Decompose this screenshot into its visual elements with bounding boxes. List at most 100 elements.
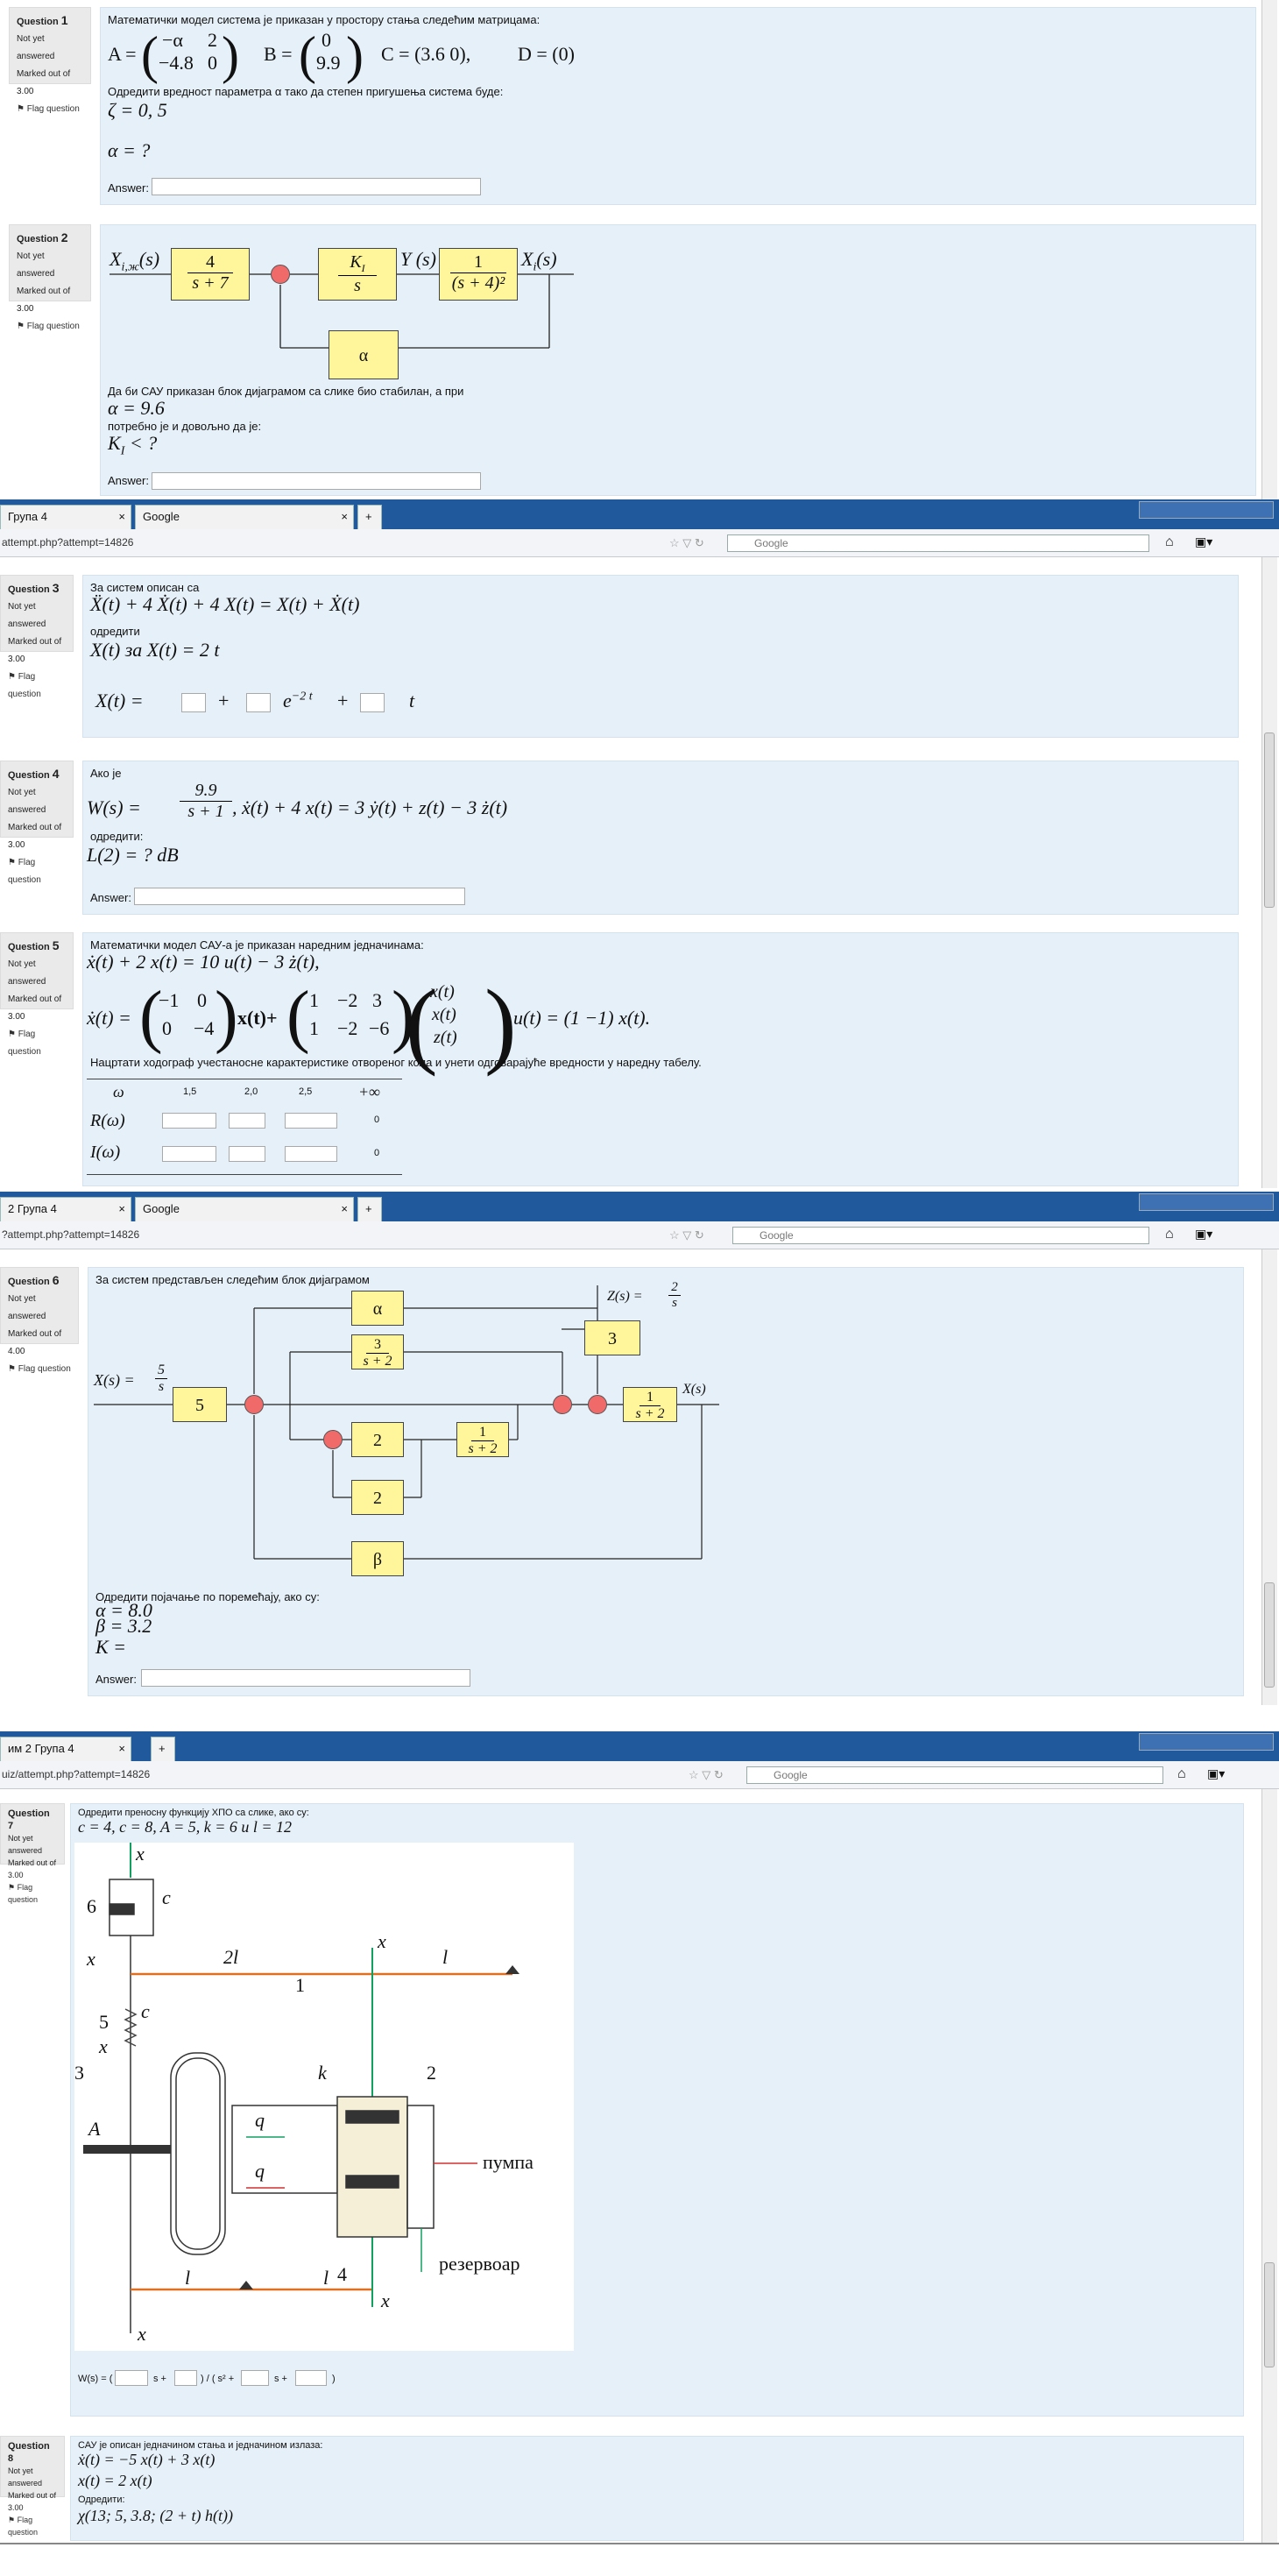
q1-answer-input[interactable] <box>152 178 481 195</box>
q5-r-3[interactable] <box>285 1113 337 1129</box>
browser-tab-active[interactable]: Група 4 × <box>0 505 131 529</box>
q8-content: САУ је описан једначином стања и једначи… <box>70 2436 1244 2541</box>
q7-w-label: W(s) = ( <box>78 2374 113 2384</box>
url-field[interactable]: attempt.php?attempt=14826 <box>2 536 133 548</box>
right-scrollbar-1[interactable] <box>1261 0 1277 499</box>
q6-input-frac: 5s <box>155 1362 167 1395</box>
q3-input-1[interactable] <box>181 693 206 712</box>
browser-tab-active[interactable]: 2 Група 4 × <box>0 1197 131 1221</box>
q1-info: Question 1 Not yet answered Marked out o… <box>9 7 91 114</box>
answer-label: Answer: <box>108 181 149 195</box>
home-icon[interactable]: ⌂ <box>1177 1766 1186 1782</box>
q5-i-2[interactable] <box>229 1146 265 1162</box>
q6-block-3: 3 <box>584 1320 640 1355</box>
q6-answer-input[interactable] <box>141 1669 470 1687</box>
q7-input-3[interactable] <box>241 2370 269 2386</box>
q3-input-3[interactable] <box>360 693 385 712</box>
url-field[interactable]: ?attempt.php?attempt=14826 <box>2 1228 139 1241</box>
q2-input-label: Xi,ж(s) <box>110 248 160 274</box>
new-tab-button[interactable]: + <box>151 1737 175 1761</box>
q3-input-2[interactable] <box>246 693 271 712</box>
q7-label-cp: c <box>162 1886 171 1908</box>
q6-block-2a: 2 <box>351 1422 404 1457</box>
q5-r-2[interactable] <box>229 1113 265 1129</box>
q5-i-1[interactable] <box>162 1146 216 1162</box>
q1-matrix-b-label: B = <box>264 43 293 65</box>
q6-sum-3 <box>553 1395 572 1414</box>
menu-icon[interactable]: ▣▾ <box>1195 534 1212 549</box>
search-box[interactable]: Google <box>727 534 1149 552</box>
flag-question-q6[interactable]: ⚑ Flag question <box>8 1361 71 1378</box>
q3-xun: X(t) за X(t) = 2 t <box>90 639 220 661</box>
browser-tab-google[interactable]: Google × <box>135 1197 354 1221</box>
menu-icon[interactable]: ▣▾ <box>1207 1766 1225 1781</box>
browser-tab-active[interactable]: им 2 Група 4 × <box>0 1737 131 1761</box>
q7-input-4[interactable] <box>295 2370 327 2386</box>
m1: 0 <box>197 989 207 1011</box>
flag-question-q4[interactable]: ⚑ Flag question <box>8 854 66 889</box>
menu-icon[interactable]: ▣▾ <box>1195 1227 1212 1242</box>
q7-info: Question 7 Not yet answered Marked out o… <box>0 1803 65 1904</box>
flag-question-q8[interactable]: ⚑ Flag question <box>8 2514 57 2538</box>
q3-text1: За систем описан са <box>90 581 200 594</box>
vec: x(t) <box>432 1005 456 1024</box>
table-header: +∞ <box>358 1083 380 1100</box>
browser-tab-bar-2: Група 4 × Google × + <box>0 499 1279 529</box>
q4-text2: одредити: <box>90 830 144 843</box>
flag-question-q7[interactable]: ⚑ Flag question <box>8 1881 57 1906</box>
q7-input-1[interactable] <box>115 2370 148 2386</box>
q7-label-kq: k <box>318 2062 327 2084</box>
flag-question-q1[interactable]: ⚑ Flag question <box>17 101 83 118</box>
home-icon[interactable]: ⌂ <box>1165 1227 1174 1242</box>
q5-r-1[interactable] <box>162 1113 216 1129</box>
search-box[interactable]: Google <box>732 1227 1149 1244</box>
right-scrollbar-4[interactable] <box>1261 1789 1277 2543</box>
answer-label: Answer: <box>108 474 149 487</box>
q3-content: За систем описан са Ẍ(t) + 4 Ẋ(t) + 4 X(… <box>82 575 1239 738</box>
q5-table: ω 1,5 2,0 2,5 +∞ R(ω) 0 I(ω) 0 <box>87 1079 402 1175</box>
q4-equation: , ẋ(t) + 4 x(t) = 3 ẏ(t) + z(t) − 3 ż(t) <box>232 796 508 818</box>
new-tab-button[interactable]: + <box>357 505 382 529</box>
q7-label-q2: q <box>255 2160 265 2182</box>
q2-block-4-over-s7: 4s + 7 <box>171 248 250 301</box>
right-scrollbar-3[interactable] <box>1261 1249 1277 1705</box>
q6-block-3-over-s2: 3s + 2 <box>351 1334 404 1369</box>
q5-info: Question 5 Not yet answered Marked out o… <box>0 932 74 1057</box>
q4-answer-input[interactable] <box>134 888 465 905</box>
q2-answer-input[interactable] <box>152 472 481 490</box>
q6-sum-4 <box>588 1395 607 1414</box>
new-tab-button[interactable]: + <box>357 1197 382 1221</box>
window-controls[interactable] <box>1139 1733 1274 1751</box>
m2: −6 <box>369 1017 390 1039</box>
q7-label-6: 6 <box>87 1895 96 1917</box>
bookmark-star-icon[interactable]: ☆ ▽ ↻ <box>669 536 704 550</box>
q5-i-3[interactable] <box>285 1146 337 1162</box>
q1-alpha: α = ? <box>108 139 151 161</box>
right-scrollbar-2[interactable] <box>1261 557 1277 1188</box>
flag-question-q3[interactable]: ⚑ Flag question <box>8 669 66 704</box>
window-controls[interactable] <box>1139 501 1274 519</box>
home-icon[interactable]: ⌂ <box>1165 534 1174 550</box>
a12: 2 <box>208 29 217 51</box>
q7-input-2[interactable] <box>174 2370 197 2386</box>
q1-text: Математички модел система је приказан у … <box>108 13 541 26</box>
flag-question-q5[interactable]: ⚑ Flag question <box>8 1026 66 1061</box>
q6-info: Question 6 Not yet answered Marked out o… <box>0 1267 79 1374</box>
window-controls[interactable] <box>1139 1193 1274 1211</box>
paren: ) <box>215 978 238 1055</box>
bookmark-star-icon[interactable]: ☆ ▽ ↻ <box>669 1228 704 1242</box>
bookmark-star-icon[interactable]: ☆ ▽ ↻ <box>689 1768 724 1782</box>
vec: z(t) <box>434 1028 457 1047</box>
browser-tab-google[interactable]: Google × <box>135 505 354 529</box>
paren: ( <box>286 978 310 1055</box>
q7-label-x1: x <box>378 1930 386 1952</box>
q7-label-A: A <box>88 2118 101 2140</box>
flag-question-q2[interactable]: ⚑ Flag question <box>17 318 83 336</box>
q2-text2: потребно је и довољно да је: <box>108 420 262 433</box>
q1-task: Одредити вредност параметра α тако да ст… <box>108 85 504 98</box>
search-box[interactable]: Google <box>746 1766 1163 1784</box>
q5-content: Математички модел САУ-а је приказан наре… <box>82 932 1239 1186</box>
url-field[interactable]: uiz/attempt.php?attempt=14826 <box>2 1768 150 1780</box>
q6-block-1-over-s2: 1s + 2 <box>456 1422 509 1457</box>
q5-u: , u(t) = (1 −1) x(t). <box>504 1007 651 1029</box>
